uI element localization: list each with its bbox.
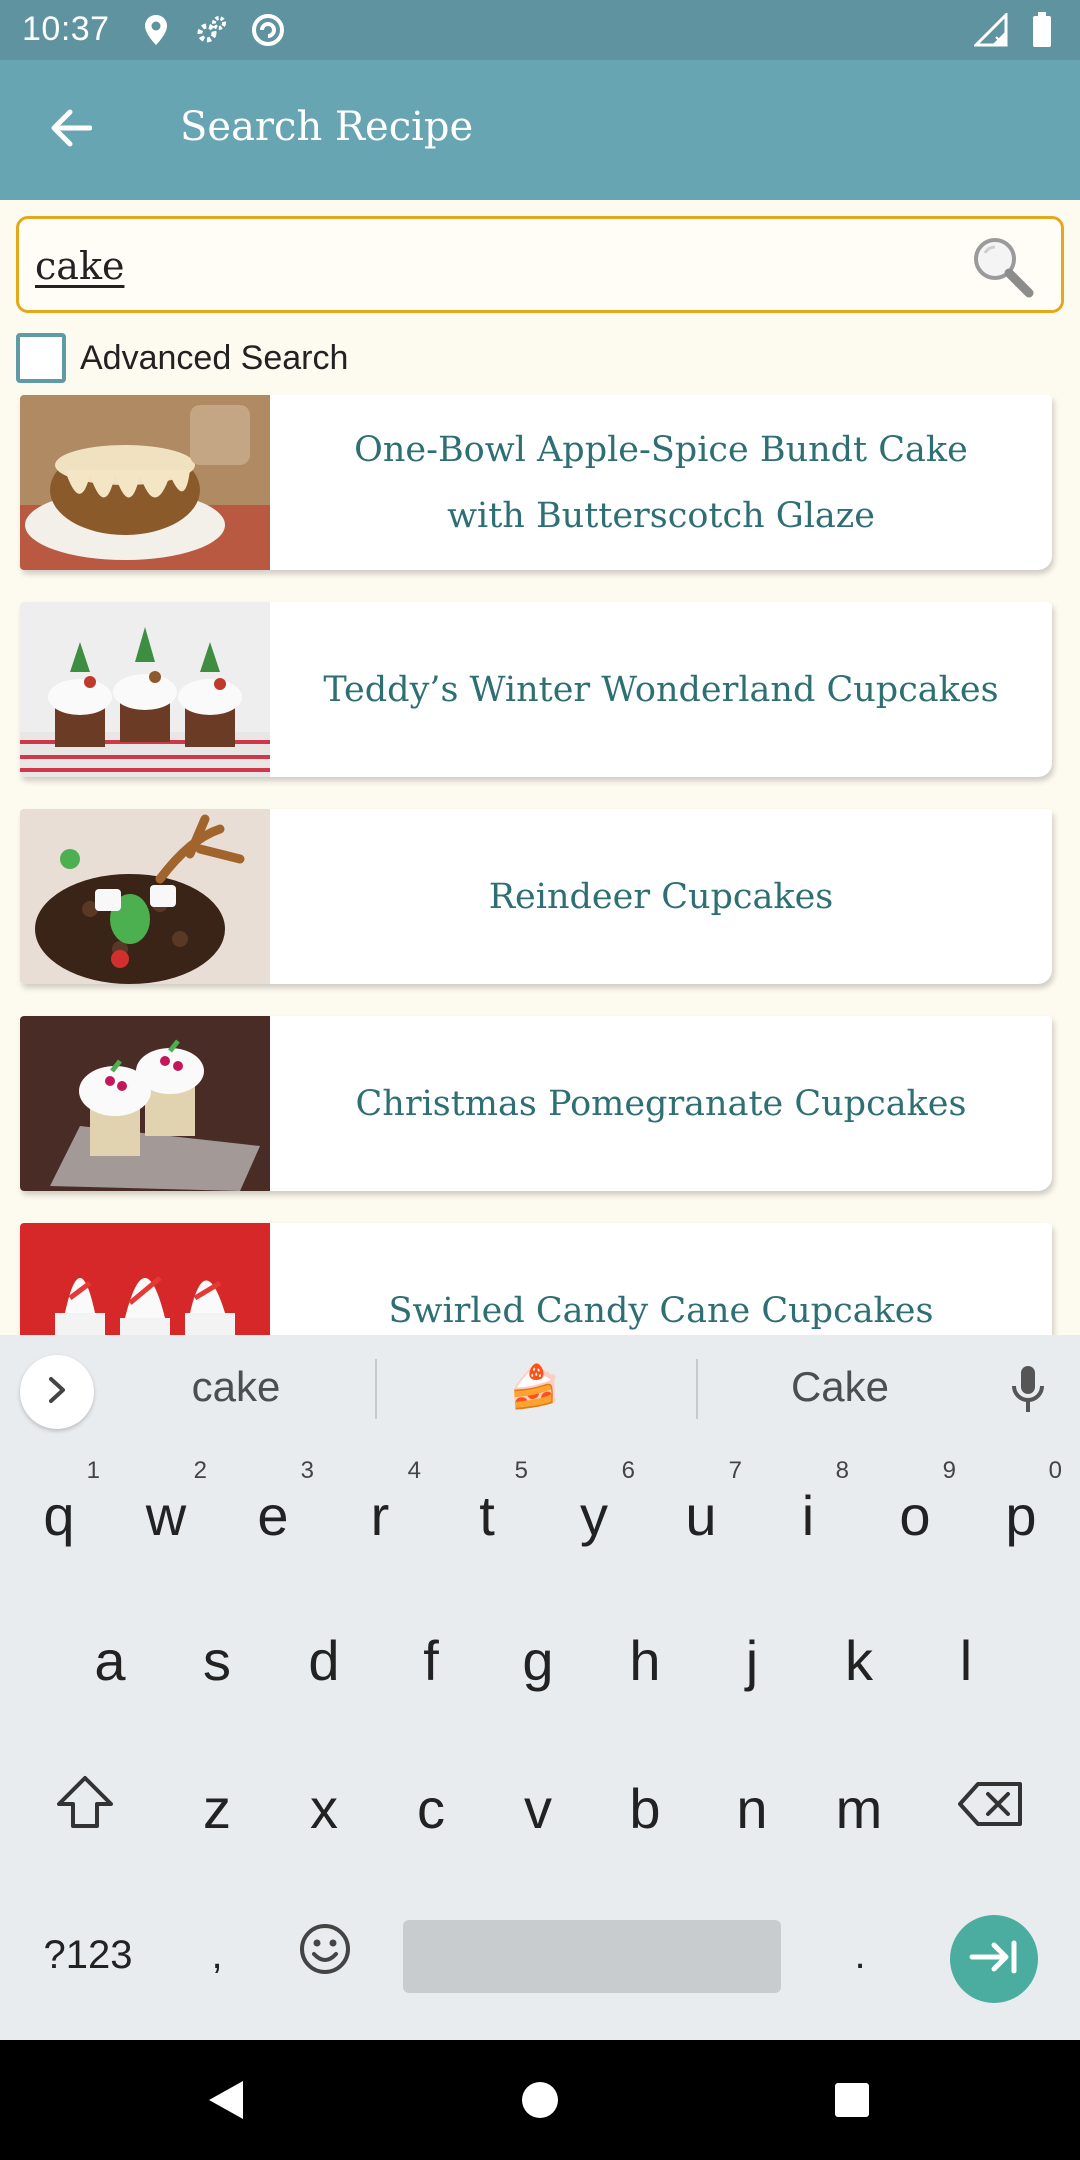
key-s[interactable]: s (172, 1600, 262, 1720)
recipe-title: Reindeer Cupcakes (488, 876, 834, 917)
app-bar: Search Recipe (0, 60, 1080, 200)
key-j[interactable]: j (707, 1600, 797, 1720)
emoji-icon (298, 1922, 352, 1989)
key-n[interactable]: n (707, 1748, 797, 1868)
emoji-key[interactable] (280, 1895, 370, 2015)
location-icon (138, 12, 174, 48)
enter-key[interactable] (950, 1915, 1038, 2003)
search-box (16, 216, 1064, 313)
status-bar: 10:37 (0, 0, 1080, 60)
key-d[interactable]: d (279, 1600, 369, 1720)
backspace-key[interactable] (946, 1748, 1036, 1868)
battery-icon (1024, 12, 1060, 48)
key-m[interactable]: m (814, 1748, 904, 1868)
recipe-thumbnail (20, 1016, 270, 1191)
recipe-card[interactable]: Swirled Candy Cane Cupcakes (20, 1223, 1052, 1335)
recipe-thumbnail (20, 1223, 270, 1335)
soft-keyboard: cake 🍰 Cake q1 w2 e3 r4 t5 y6 u7 i8 o9 p… (0, 1335, 1080, 2040)
key-o[interactable]: o9 (870, 1455, 960, 1575)
advanced-search-label: Advanced Search (80, 338, 349, 377)
search-input[interactable] (35, 241, 935, 291)
key-g[interactable]: g (493, 1600, 583, 1720)
recipe-card[interactable]: Reindeer Cupcakes (20, 809, 1052, 984)
recipe-card[interactable]: One-Bowl Apple-Spice Bundt Cake with But… (20, 395, 1052, 570)
back-button[interactable] (30, 94, 110, 166)
suggestion-divider (696, 1359, 698, 1419)
key-i[interactable]: i8 (763, 1455, 853, 1575)
suggestion-2[interactable]: 🍰 (505, 1363, 565, 1412)
suggestion-1[interactable]: cake (176, 1363, 296, 1411)
recipe-card[interactable]: Teddy’s Winter Wonderland Cupcakes (20, 602, 1052, 777)
key-q[interactable]: q1 (14, 1455, 104, 1575)
key-c[interactable]: c (386, 1748, 476, 1868)
recipe-thumbnail (20, 809, 270, 984)
system-nav-bar (0, 2040, 1080, 2160)
symbols-key[interactable]: ?123 (28, 1895, 148, 2015)
recipe-card[interactable]: Christmas Pomegranate Cupcakes (20, 1016, 1052, 1191)
microphone-icon[interactable] (998, 1359, 1058, 1419)
suggestion-3[interactable]: Cake (775, 1363, 905, 1411)
shift-icon (55, 1774, 115, 1843)
key-w[interactable]: w2 (121, 1455, 211, 1575)
space-key[interactable] (403, 1920, 781, 1993)
key-p[interactable]: p0 (976, 1455, 1066, 1575)
nav-recents-icon[interactable] (822, 2070, 882, 2130)
nav-home-icon[interactable] (510, 2070, 570, 2130)
recipe-list[interactable]: One-Bowl Apple-Spice Bundt Cake with But… (0, 395, 1080, 1335)
signal-icon (974, 12, 1010, 48)
key-t[interactable]: t5 (442, 1455, 532, 1575)
key-a[interactable]: a (65, 1600, 155, 1720)
period-key[interactable]: . (815, 1895, 905, 2015)
recipe-title: Swirled Candy Cane Cupcakes (388, 1290, 934, 1331)
advanced-search-row[interactable]: Advanced Search (16, 330, 348, 386)
shift-key[interactable] (40, 1748, 130, 1868)
page-title: Search Recipe (180, 104, 474, 150)
key-v[interactable]: v (493, 1748, 583, 1868)
recipe-title: Christmas Pomegranate Cupcakes (355, 1083, 967, 1124)
suggestion-bar: cake 🍰 Cake (0, 1335, 1080, 1445)
key-x[interactable]: x (279, 1748, 369, 1868)
chevron-right-icon (45, 1375, 69, 1410)
key-k[interactable]: k (814, 1600, 904, 1720)
recipe-thumbnail (20, 395, 270, 570)
settings-sync-icon (194, 12, 230, 48)
recipe-title: One-Bowl Apple-Spice Bundt Cake with But… (354, 429, 968, 536)
key-f[interactable]: f (386, 1600, 476, 1720)
key-y[interactable]: y6 (549, 1455, 639, 1575)
backspace-icon (958, 1776, 1024, 1841)
search-icon[interactable] (969, 233, 1039, 303)
recipe-thumbnail (20, 602, 270, 777)
key-b[interactable]: b (600, 1748, 690, 1868)
recipe-title: Teddy’s Winter Wonderland Cupcakes (323, 669, 999, 710)
suggestion-divider (375, 1359, 377, 1419)
arrow-back-icon (48, 108, 93, 153)
key-l[interactable]: l (921, 1600, 1011, 1720)
key-z[interactable]: z (172, 1748, 262, 1868)
key-e[interactable]: e3 (228, 1455, 318, 1575)
advanced-search-checkbox[interactable] (16, 333, 66, 383)
comma-key[interactable]: , (172, 1895, 262, 2015)
suggestions-expand-button[interactable] (20, 1355, 94, 1429)
next-arrow-icon (968, 1939, 1020, 1980)
status-time: 10:37 (22, 10, 110, 48)
data-saver-icon (250, 12, 286, 48)
nav-back-icon[interactable] (195, 2070, 255, 2130)
key-r[interactable]: r4 (335, 1455, 425, 1575)
key-u[interactable]: u7 (656, 1455, 746, 1575)
key-h[interactable]: h (600, 1600, 690, 1720)
